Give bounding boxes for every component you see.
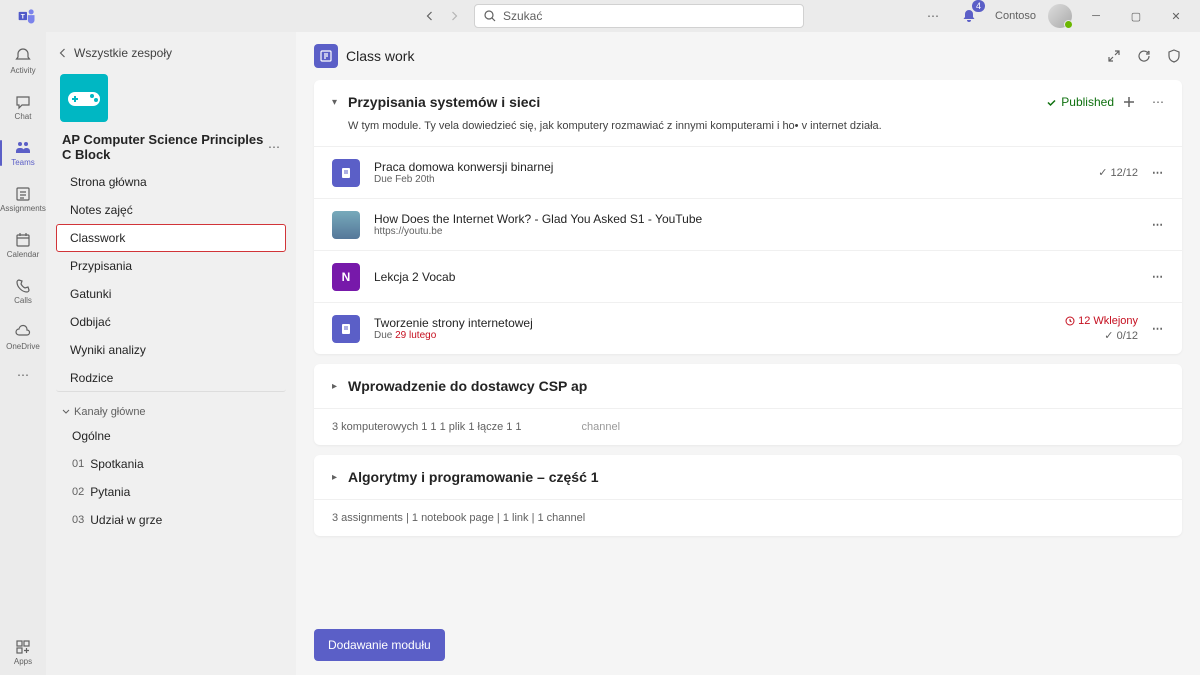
team-title: AP Computer Science Principles C Block — [62, 132, 268, 162]
back-to-teams[interactable]: Wszystkie zespoły — [52, 38, 290, 68]
chevron-down-icon — [62, 408, 70, 416]
module-summary: 3 assignments | 1 notebook page | 1 link… — [314, 499, 1182, 536]
module-item-assignment[interactable]: Tworzenie strony internetowejDue Due 29 … — [314, 302, 1182, 354]
module-item-assignment[interactable]: Praca domowa konwersji binarnejDue Feb 2… — [314, 146, 1182, 198]
rail-calendar[interactable]: Calendar — [0, 222, 46, 268]
search-input[interactable]: Szukać — [474, 4, 804, 28]
window-maximize[interactable]: ▢ — [1120, 2, 1152, 30]
rail-teams[interactable]: Teams — [0, 130, 46, 176]
team-avatar — [60, 74, 108, 122]
module-more[interactable]: ⋯ — [1152, 95, 1164, 109]
module-item-link[interactable]: How Does the Internet Work? - Glad You A… — [314, 198, 1182, 250]
module-collapse[interactable]: ▾ — [332, 97, 340, 108]
module-expand[interactable]: ▸ — [332, 381, 340, 392]
team-more-menu[interactable]: ⋯ — [268, 140, 280, 154]
nav-notes[interactable]: Notes zajęć — [56, 196, 286, 224]
chevron-left-icon — [58, 48, 68, 58]
rail-activity[interactable]: Activity — [0, 38, 46, 84]
nav-reflect[interactable]: Odbijać — [56, 308, 286, 336]
org-name: Contoso — [995, 10, 1036, 22]
module-card: ▸ Wprowadzenie do dostawcy CSP ap 3 komp… — [314, 364, 1182, 445]
add-icon[interactable] — [1122, 95, 1136, 109]
module-title: Wprowadzenie do dostawcy CSP ap — [348, 378, 1164, 394]
gamepad-icon — [66, 86, 102, 110]
window-minimize[interactable]: ─ — [1080, 2, 1112, 30]
svg-text:T: T — [21, 14, 25, 21]
channel-questions[interactable]: 02Pytania — [52, 478, 290, 506]
channel-participation[interactable]: 03Udział w grze — [52, 506, 290, 534]
module-title: Przypisania systemów i sieci — [348, 94, 1038, 110]
module-expand[interactable]: ▸ — [332, 472, 340, 483]
module-card: ▾ Przypisania systemów i sieci Published… — [314, 80, 1182, 354]
module-card: ▸ Algorytmy i programowanie – część 1 3 … — [314, 455, 1182, 536]
link-thumbnail — [332, 211, 360, 239]
nav-assignments[interactable]: Przypisania — [56, 252, 286, 280]
module-item-onenote[interactable]: N Lekcja 2 Vocab ⋯ — [314, 250, 1182, 302]
module-summary: 3 komputerowych 1 1 1 plik 1 łącze 1 1ch… — [314, 408, 1182, 445]
item-more[interactable]: ⋯ — [1152, 270, 1164, 283]
search-icon — [483, 9, 497, 23]
nav-home[interactable]: Strona główna — [56, 168, 286, 196]
refresh-icon[interactable] — [1136, 48, 1152, 64]
item-more[interactable]: ⋯ — [1152, 218, 1164, 231]
presence-indicator — [1064, 20, 1073, 29]
expand-icon[interactable] — [1106, 48, 1122, 64]
nav-back[interactable] — [420, 6, 440, 26]
rail-calls[interactable]: Calls — [0, 268, 46, 314]
channel-general[interactable]: Ogólne — [52, 422, 290, 450]
rail-onedrive[interactable]: OneDrive — [0, 314, 46, 360]
add-module-button[interactable]: Dodawanie modułu — [314, 629, 445, 661]
notification-count: 4 — [972, 0, 985, 12]
rail-more[interactable]: ⋯ — [0, 360, 46, 390]
rail-chat[interactable]: Chat — [0, 84, 46, 130]
module-title: Algorytmy i programowanie – część 1 — [348, 469, 1164, 485]
nav-insights[interactable]: Wyniki analizy — [56, 336, 286, 364]
nav-forward[interactable] — [444, 6, 464, 26]
assignment-icon — [332, 159, 360, 187]
published-badge: Published — [1046, 95, 1114, 109]
nav-grades[interactable]: Gatunki — [56, 280, 286, 308]
item-more[interactable]: ⋯ — [1152, 322, 1164, 335]
channels-header[interactable]: Kanały główne — [52, 396, 290, 422]
shield-icon[interactable] — [1166, 48, 1182, 64]
channel-meetings[interactable]: 01Spotkania — [52, 450, 290, 478]
notifications-button[interactable]: 4 — [955, 2, 983, 30]
assignment-icon — [332, 315, 360, 343]
item-more[interactable]: ⋯ — [1152, 166, 1164, 179]
teams-app-icon: T — [4, 6, 50, 26]
nav-classwork[interactable]: Classwork — [56, 224, 286, 252]
page-title: Class work — [346, 48, 414, 64]
clock-icon — [1065, 316, 1075, 326]
more-menu[interactable]: ⋯ — [919, 2, 947, 30]
classwork-app-icon — [314, 44, 338, 68]
onenote-icon: N — [332, 263, 360, 291]
nav-parents[interactable]: Rodzice — [56, 364, 286, 392]
module-description: W tym module. Ty vela dowiedzieć się, ja… — [314, 116, 1182, 146]
window-close[interactable]: ✕ — [1160, 2, 1192, 30]
user-avatar[interactable] — [1048, 4, 1072, 28]
rail-assignments[interactable]: Assignments — [0, 176, 46, 222]
rail-apps[interactable]: Apps — [0, 629, 46, 675]
